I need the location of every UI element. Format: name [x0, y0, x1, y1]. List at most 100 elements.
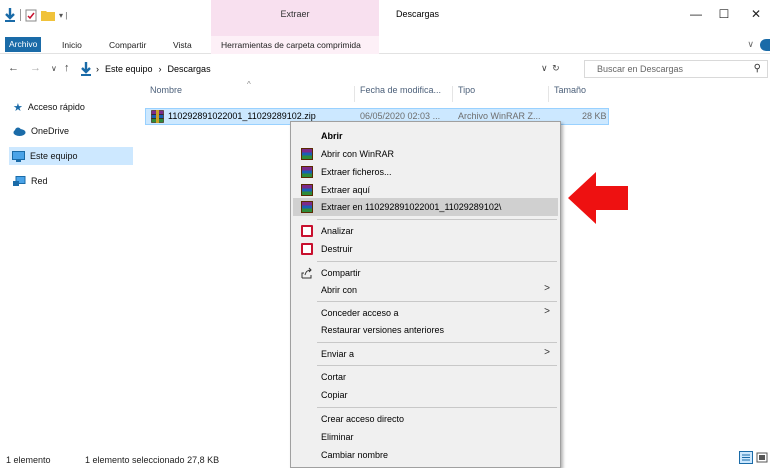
menu-item-label: Cortar	[321, 372, 347, 382]
menu-item-compartir[interactable]: Compartir	[293, 264, 558, 282]
menu-item-analizar[interactable]: Analizar	[293, 222, 558, 240]
column-header-tamano[interactable]: Tamaño	[554, 85, 586, 103]
menu-item-label: Restaurar versiones anteriores	[321, 325, 445, 335]
tab-herramientas-carpeta-comprimida[interactable]: Herramientas de carpeta comprimida	[221, 38, 361, 52]
new-folder-icon[interactable]	[41, 9, 55, 21]
breadcrumb-descargas[interactable]: Descargas	[168, 64, 211, 74]
submenu-arrow-icon: >	[544, 347, 550, 358]
menu-separator	[317, 261, 557, 262]
submenu-arrow-icon: >	[544, 306, 550, 317]
forward-arrow-icon[interactable]: →	[30, 62, 41, 74]
sidebar-item-label: Acceso rápido	[27, 102, 85, 112]
back-arrow-icon[interactable]: ←	[8, 62, 19, 74]
properties-icon[interactable]	[25, 9, 37, 22]
context-tab-label: Extraer	[280, 9, 310, 19]
tab-vista[interactable]: Vista	[173, 38, 192, 52]
address-bar[interactable]: › Este equipo › Descargas	[96, 60, 579, 78]
search-input[interactable]: Buscar en Descargas ⚲	[584, 60, 768, 78]
minimize-button[interactable]: —	[682, 4, 710, 24]
close-button[interactable]: ✕	[742, 4, 770, 24]
maximize-button[interactable]: ☐	[710, 4, 738, 24]
ribbon-tabs: Archivo Inicio Compartir Vista Herramien…	[0, 36, 770, 54]
mcafee-shield-icon	[301, 243, 313, 255]
menu-item-extraer-ficheros[interactable]: Extraer ficheros...	[293, 163, 558, 181]
ribbon-collapse-button[interactable]: ∨	[747, 39, 754, 50]
context-tab-header: Extraer	[211, 0, 379, 36]
title-bar: ▾ | Extraer Descargas — ☐ ✕	[0, 0, 770, 36]
column-header-nombre[interactable]: Nombre	[150, 85, 182, 103]
menu-item-label: Extraer aquí	[321, 185, 371, 195]
column-separator[interactable]	[548, 86, 549, 102]
tab-compartir[interactable]: Compartir	[109, 38, 146, 52]
tab-archivo[interactable]: Archivo	[5, 37, 42, 52]
window-title: Descargas	[396, 9, 440, 19]
sort-ascending-icon: ^	[247, 80, 251, 89]
submenu-arrow-icon: >	[544, 283, 550, 294]
menu-item-label: Abrir con WinRAR	[321, 149, 395, 159]
column-header-fecha[interactable]: Fecha de modifica...	[360, 85, 441, 103]
details-view-icon[interactable]	[739, 451, 753, 464]
downloads-folder-icon	[81, 62, 91, 76]
menu-item-abrir-con[interactable]: Abrir con >	[293, 281, 558, 299]
menu-item-cortar[interactable]: Cortar	[293, 368, 558, 386]
column-separator[interactable]	[354, 86, 355, 102]
status-bar: 1 elemento 1 elemento seleccionado 27,8 …	[0, 450, 770, 468]
sidebar-item-onedrive[interactable]: OneDrive	[10, 122, 134, 140]
menu-item-label: Abrir	[321, 131, 343, 141]
large-icons-view-icon[interactable]	[755, 451, 769, 464]
menu-item-label: Abrir con	[321, 285, 358, 295]
column-header-tipo[interactable]: Tipo	[458, 85, 475, 103]
winrar-icon	[301, 148, 313, 160]
file-size: 28 KB	[582, 111, 607, 121]
address-dropdown-icon[interactable]: ∨	[541, 63, 548, 73]
menu-item-conceder-acceso[interactable]: Conceder acceso a >	[293, 304, 558, 322]
sidebar-item-acceso-rapido[interactable]: ★ Acceso rápido	[10, 98, 134, 116]
search-icon: ⚲	[753, 63, 761, 74]
download-arrow-icon[interactable]	[4, 8, 16, 22]
file-date: 06/05/2020 02:03 ...	[360, 111, 441, 121]
sidebar-item-label: Este equipo	[30, 151, 78, 161]
menu-item-restaurar-versiones[interactable]: Restaurar versiones anteriores	[293, 321, 558, 339]
computer-icon	[12, 150, 25, 162]
breadcrumb-este-equipo[interactable]: Este equipo	[105, 64, 153, 74]
file-name: 110292891022001_11029289102.zip	[168, 111, 316, 121]
menu-item-label: Destruir	[321, 244, 353, 254]
menu-item-copiar[interactable]: Copiar	[293, 386, 558, 404]
menu-item-extraer-aqui[interactable]: Extraer aquí	[293, 181, 558, 199]
column-separator[interactable]	[452, 86, 453, 102]
menu-item-label: Conceder acceso a	[321, 308, 399, 318]
sidebar-item-red[interactable]: Red	[10, 172, 134, 190]
cloud-icon	[13, 127, 26, 136]
sidebar-item-label: OneDrive	[31, 126, 70, 136]
menu-item-extraer-en-carpeta[interactable]: Extraer en 110292891022001_11029289102\	[293, 198, 558, 216]
network-icon	[13, 175, 26, 186]
help-icon[interactable]	[760, 39, 770, 51]
menu-item-destruir[interactable]: Destruir	[293, 240, 558, 258]
sidebar-item-este-equipo[interactable]: Este equipo	[9, 147, 133, 165]
customize-qat-icon[interactable]: ▾ |	[59, 11, 67, 20]
address-tools: ∨ ↻	[541, 63, 560, 74]
share-icon	[301, 267, 312, 279]
star-icon: ★	[13, 101, 23, 114]
refresh-icon[interactable]: ↻	[552, 63, 560, 73]
mcafee-shield-icon	[301, 225, 313, 237]
menu-item-enviar-a[interactable]: Enviar a >	[293, 345, 558, 363]
winrar-icon	[301, 166, 313, 178]
menu-separator	[317, 365, 557, 366]
menu-item-eliminar[interactable]: Eliminar	[293, 428, 558, 446]
status-item-count: 1 elemento	[6, 455, 51, 465]
breadcrumb-separator: ›	[96, 64, 99, 74]
menu-separator	[317, 301, 557, 302]
menu-item-label: Crear acceso directo	[321, 414, 405, 424]
navigation-pane: ★ Acceso rápido OneDrive Este equipo Red	[0, 86, 140, 448]
menu-item-abrir[interactable]: Abrir	[293, 127, 558, 145]
menu-item-label: Copiar	[321, 390, 348, 400]
recent-locations-icon[interactable]: ∨	[51, 64, 57, 73]
address-row: ← → ∨ ↑ › Este equipo › Descargas ∨ ↻ Bu…	[0, 58, 770, 80]
menu-item-crear-acceso-directo[interactable]: Crear acceso directo	[293, 410, 558, 428]
search-placeholder: Buscar en Descargas	[597, 64, 684, 74]
tab-inicio[interactable]: Inicio	[62, 38, 82, 52]
menu-item-abrir-con-winrar[interactable]: Abrir con WinRAR	[293, 145, 558, 163]
up-arrow-icon[interactable]: ↑	[64, 62, 70, 74]
winrar-archive-icon	[151, 110, 164, 123]
